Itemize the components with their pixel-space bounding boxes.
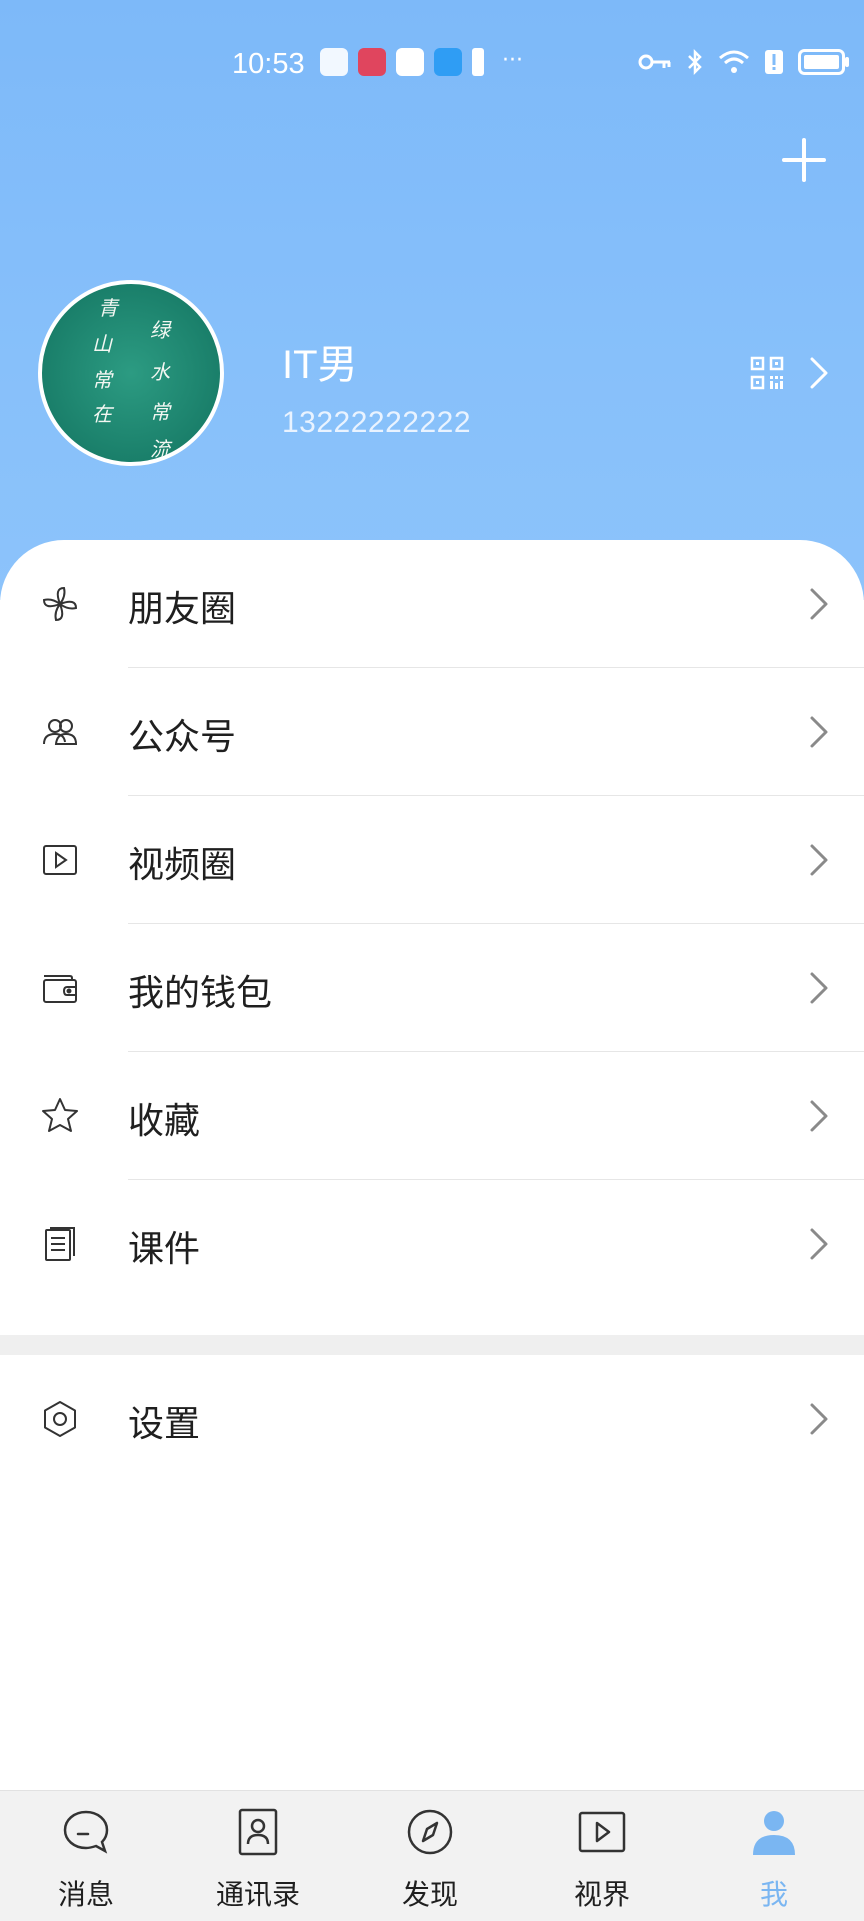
chevron-right-icon[interactable] (808, 356, 830, 390)
key-icon (638, 54, 671, 70)
wifi-icon (719, 50, 749, 73)
tab-messages[interactable]: 消息 (0, 1791, 172, 1921)
profile-name[interactable]: IT男 (282, 332, 358, 390)
tab-me[interactable]: 我 (688, 1791, 860, 1921)
menu-item-wallet[interactable]: 我的钱包 (0, 924, 864, 1052)
avatar-char: 山 (92, 332, 112, 356)
menu-label: 朋友圈 (128, 589, 237, 630)
search-app-icon (434, 48, 462, 76)
alert-icon (472, 48, 484, 76)
globe-app-icon (396, 48, 424, 76)
avatar-char: 常 (92, 368, 112, 392)
avatar-char: 绿 (150, 318, 170, 342)
tab-label: 视界 (573, 1878, 630, 1911)
chevron-right-icon (810, 844, 828, 876)
menu-card: 朋友圈 公众号 视频圈 我的钱包 收藏 课件 设置 (0, 540, 864, 1790)
chevron-right-icon (810, 1228, 828, 1260)
avatar-char: 青 (98, 296, 118, 320)
menu-label: 收藏 (128, 1101, 201, 1142)
user-icon (753, 1811, 795, 1855)
menu-item-moments[interactable]: 朋友圈 (0, 540, 864, 668)
menu-item-courseware[interactable]: 课件 (0, 1180, 864, 1308)
alert-icon (765, 50, 783, 74)
menu-item-video-circle[interactable]: 视频圈 (0, 796, 864, 924)
menu-label: 视频圈 (128, 845, 237, 886)
avatar-char: 在 (92, 402, 112, 426)
section-divider (0, 1335, 864, 1355)
settings-icon (44, 1401, 76, 1437)
menu-label: 课件 (128, 1229, 201, 1270)
moments-icon (42, 586, 78, 622)
tab-vision[interactable]: 视界 (516, 1791, 688, 1921)
qr-code-icon[interactable] (750, 356, 784, 390)
status-app-icons: ··· (320, 48, 523, 76)
avatar-char: 常 (150, 400, 170, 424)
official-accounts-icon (43, 719, 78, 745)
status-system-icons (638, 48, 850, 76)
menu-label: 设置 (128, 1404, 201, 1445)
menu-item-settings[interactable]: 设置 (0, 1355, 864, 1483)
notification-app-icon (320, 48, 348, 76)
tab-contacts[interactable]: 通讯录 (172, 1791, 344, 1921)
chevron-right-icon (810, 588, 828, 620)
bluetooth-icon (688, 48, 702, 76)
star-icon (42, 1098, 78, 1132)
contacts-icon (238, 1808, 278, 1856)
avatar[interactable]: 青 山 常 在 绿 水 常 流 (38, 280, 224, 466)
tab-label: 发现 (401, 1878, 458, 1911)
chevron-right-icon (810, 1403, 828, 1435)
chevron-right-icon (810, 972, 828, 1004)
menu-label: 我的钱包 (128, 973, 273, 1014)
chevron-right-icon (810, 716, 828, 748)
status-bar: 10:53 ··· (0, 40, 864, 90)
battery-icon (798, 49, 849, 75)
compass-icon (407, 1809, 453, 1855)
profile-phone: 13222222222 (282, 406, 472, 439)
menu-item-official-accounts[interactable]: 公众号 (0, 668, 864, 796)
book-app-icon (358, 48, 386, 76)
video-icon (43, 845, 77, 875)
menu-item-favorites[interactable]: 收藏 (0, 1052, 864, 1180)
profile-header: 10:53 ··· 青 山 常 在 绿 水 常 流 IT男 1322222222… (0, 0, 864, 600)
tab-label: 我 (759, 1878, 788, 1911)
chevron-right-icon (810, 1100, 828, 1132)
tab-label: 通讯录 (215, 1878, 300, 1911)
avatar-char: 流 (150, 437, 170, 461)
menu-label: 公众号 (128, 717, 237, 758)
document-icon (45, 1227, 75, 1261)
video-icon (578, 1811, 626, 1853)
chat-icon (63, 1810, 109, 1854)
add-button[interactable] (782, 138, 826, 182)
more-notifications: ··· (502, 48, 523, 73)
tab-discover[interactable]: 发现 (344, 1791, 516, 1921)
bottom-nav: 消息 通讯录 发现 视界 我 (0, 1790, 864, 1921)
wallet-icon (43, 975, 77, 1003)
avatar-char: 水 (150, 360, 170, 384)
tab-label: 消息 (57, 1878, 114, 1911)
status-time: 10:53 (232, 48, 305, 80)
